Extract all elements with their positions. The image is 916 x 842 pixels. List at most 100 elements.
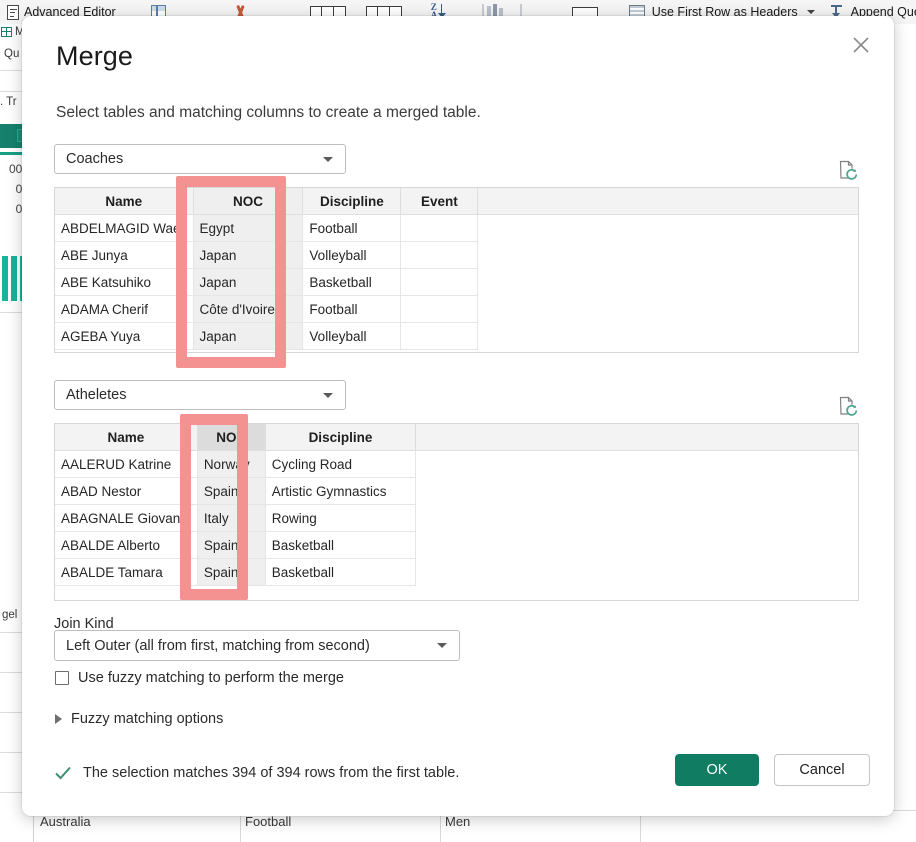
cell-noc: Norway [197,450,266,478]
close-icon[interactable] [846,30,876,60]
second-table-preview[interactable]: Name NOC Discipline AALERUD Katrine Norw… [54,423,859,601]
chevron-down-icon [437,643,447,648]
cell-filler [416,505,858,532]
status-message-row: The selection matches 394 of 394 rows fr… [54,764,459,782]
join-kind-selector[interactable]: Left Outer (all from first, matching fro… [54,630,460,661]
table-icon [1,27,12,37]
cell-filler [478,296,858,323]
fuzzy-matching-checkbox-label: Use fuzzy matching to perform the merge [78,670,344,686]
cell-event [400,295,479,323]
advanced-editor-icon [7,4,19,20]
fuzzy-matching-checkbox[interactable]: Use fuzzy matching to perform the merge [55,670,344,686]
second-table-col-name[interactable]: Name [55,424,198,451]
table-row[interactable]: ABE Katsuhiko Japan Basketball [55,268,858,296]
chevron-down-icon[interactable] [806,10,815,14]
cell-filler [416,451,858,478]
cell-noc: Japan [193,241,304,269]
cell-filler [478,242,858,269]
queries-label: Qu [4,48,20,60]
first-table-col-discipline[interactable]: Discipline [302,188,402,215]
grid-cell-country: Australia [40,814,91,829]
cell-event [400,241,479,269]
table-row[interactable]: ADAMA Cherif Côte d'Ivoire Football [55,295,858,323]
second-table-refresh-preview-icon[interactable] [837,395,859,417]
cancel-button[interactable]: Cancel [774,754,870,786]
cell-noc: Japan [193,322,304,350]
first-table-header-row: Name NOC Discipline Event [55,188,858,215]
cell-name: ABDELMAGID Wael [55,214,194,242]
table-row[interactable]: AALERUD Katrine Norway Cycling Road [55,450,858,478]
ok-button[interactable]: OK [675,754,759,786]
second-table-selector[interactable]: Atheletes [54,380,346,410]
first-table-grid: Name NOC Discipline Event ABDELMAGID Wae… [55,188,858,350]
transform-label: . Tr [0,96,17,108]
cell-noc: Spain [197,531,266,559]
chevron-down-icon [323,156,333,162]
first-table-preview[interactable]: Name NOC Discipline Event ABDELMAGID Wae… [54,187,859,353]
grid-cell-discipline: Football [245,814,292,829]
second-table-selector-value: Atheletes [66,387,127,403]
first-table-col-event[interactable]: Event [400,188,479,215]
cell-noc: Spain [197,558,266,586]
table-row[interactable]: ABALDE Alberto Spain Basketball [55,531,858,559]
table-row[interactable]: AGEBA Yuya Japan Volleyball [55,322,858,350]
table-row[interactable]: ABAGNALE Giovanni Italy Rowing [55,504,858,532]
cell-discipline: Volleyball [302,322,402,350]
table-row[interactable]: ABDELMAGID Wael Egypt Football [55,214,858,242]
cell-noc: Côte d'Ivoire [193,295,304,323]
table-row[interactable]: ABE Junya Japan Volleyball [55,241,858,269]
fuzzy-matching-options-label: Fuzzy matching options [71,711,224,727]
second-table-col-noc[interactable]: NOC [197,424,266,451]
first-table-selector[interactable]: Coaches [54,144,346,174]
checkbox-icon[interactable] [55,671,69,685]
table-row[interactable]: ABALDE Tamara Spain Basketball [55,558,858,586]
second-table-col-discipline[interactable]: Discipline [265,424,417,451]
grid-cell-event: Men [445,814,471,829]
status-message: The selection matches 394 of 394 rows fr… [83,765,460,781]
cell-discipline: Football [302,214,402,242]
page-title: Merge [56,41,134,71]
cell-name: AALERUD Katrine [55,450,198,478]
cell-filler [478,323,858,350]
cell-name: ABALDE Alberto [55,531,198,559]
merge-dialog: Merge Select tables and matching columns… [22,16,894,816]
checkmark-icon [54,764,72,782]
cell-name: ABAGNALE Giovanni [55,504,198,532]
cell-filler [416,559,858,586]
first-table-col-noc[interactable]: NOC [193,188,304,215]
cell-discipline: Football [302,295,402,323]
second-table-col-filler [415,424,858,451]
chevron-down-icon [323,392,333,398]
cell-noc: Japan [193,268,304,296]
cell-filler [478,269,858,296]
cell-event [400,268,479,296]
cell-discipline: Basketball [265,531,417,559]
table-row[interactable]: ABAD Nestor Spain Artistic Gymnastics [55,477,858,505]
cell-noc: Italy [197,504,266,532]
cell-noc: Spain [197,477,266,505]
cell-discipline: Basketball [302,268,402,296]
cell-name: ADAMA Cherif [55,295,194,323]
cell-discipline: Basketball [265,558,417,586]
cell-filler [416,478,858,505]
cell-name: ABALDE Tamara [55,558,198,586]
first-table-refresh-preview-icon[interactable] [837,159,859,181]
cell-discipline: Volleyball [302,241,402,269]
first-table-selector-value: Coaches [66,151,124,167]
cell-name: ABE Junya [55,241,194,269]
join-kind-value: Left Outer (all from first, matching fro… [66,637,370,654]
cell-discipline: Artistic Gymnastics [265,477,417,505]
cell-filler [416,532,858,559]
cell-name: AGEBA Yuya [55,322,194,350]
cell-name: ABE Katsuhiko [55,268,194,296]
cell-discipline: Rowing [265,504,417,532]
chevron-right-icon [55,714,62,724]
cell-name: ABAD Nestor [55,477,198,505]
cell-noc: Egypt [193,214,304,242]
cell-discipline: Cycling Road [265,450,417,478]
fuzzy-matching-options-toggle[interactable]: Fuzzy matching options [55,711,223,727]
applied-steps-label: gel [2,609,18,621]
first-table-col-name[interactable]: Name [55,188,194,215]
dialog-subtitle: Select tables and matching columns to cr… [56,104,481,121]
second-table-grid: Name NOC Discipline AALERUD Katrine Norw… [55,424,858,586]
